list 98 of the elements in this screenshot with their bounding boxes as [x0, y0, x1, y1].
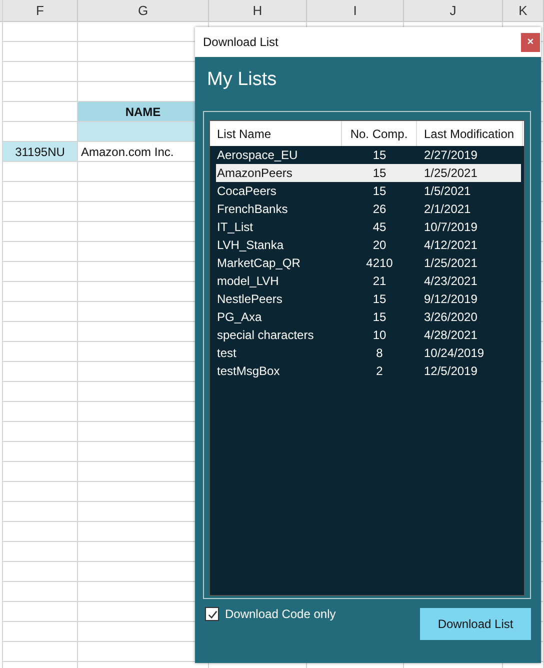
list-cell-text: MarketCap_QR	[216, 256, 302, 270]
list-cell-text: AmazonPeers	[216, 166, 294, 180]
list-row[interactable]: Aerospace_EU 15 2/27/2019	[216, 146, 521, 164]
column-header[interactable]: G	[78, 0, 209, 21]
list-cell-text: 2/1/2021	[423, 202, 471, 216]
list-row[interactable]: CocaPeers 15 1/5/2021	[216, 182, 521, 200]
close-button[interactable]: ×	[521, 32, 540, 52]
list-cell-text: 15	[372, 310, 388, 324]
list-row[interactable]: testMsgBox 2 12/5/2019	[216, 362, 521, 380]
list-cell-text: 15	[372, 166, 388, 180]
sheet-cell[interactable]	[3, 202, 78, 222]
list-cell-text: 1/5/2021	[423, 184, 471, 198]
sheet-cell[interactable]	[3, 462, 78, 482]
list-cell-text: LVH_Stanka	[216, 238, 284, 252]
list-row[interactable]: model_LVH 21 4/23/2021	[216, 272, 521, 290]
checkbox-label: Download Code only	[225, 607, 336, 621]
sheet-cell[interactable]	[3, 262, 78, 282]
sheet-cell[interactable]: 31195NU	[3, 142, 78, 162]
dialog-heading: My Lists	[207, 69, 278, 91]
sheet-cell[interactable]	[3, 242, 78, 262]
list-cell-text: testMsgBox	[216, 364, 281, 378]
sheet-cell[interactable]	[3, 622, 78, 642]
sheet-cell[interactable]	[3, 322, 78, 342]
list-cell-text: 26	[372, 202, 388, 216]
list-cell-text: model_LVH	[216, 274, 280, 288]
sheet-cell[interactable]	[3, 502, 78, 522]
sheet-cell[interactable]	[3, 362, 78, 382]
list-cell-text: IT_List	[216, 220, 254, 234]
list-row[interactable]: IT_List 45 10/7/2019	[216, 218, 521, 236]
list-cell-text: 4/28/2021	[423, 328, 478, 342]
sheet-cell[interactable]	[3, 342, 78, 362]
window-title: Download List	[203, 35, 278, 49]
sheet-cell[interactable]	[3, 82, 78, 102]
sheet-cell[interactable]	[3, 42, 78, 62]
sheet-cell[interactable]	[3, 522, 78, 542]
list-cell-text: 15	[372, 184, 388, 198]
list-cell-text: 15	[372, 148, 388, 162]
sheet-cell[interactable]	[3, 22, 78, 42]
list-cell-text: 3/26/2020	[423, 310, 478, 324]
list-cell-text: 4210	[365, 256, 394, 270]
list-row[interactable]: MarketCap_QR 4210 1/25/2021	[216, 254, 521, 272]
column-header[interactable]: J	[404, 0, 503, 21]
sheet-cell[interactable]	[3, 282, 78, 302]
list-row[interactable]: LVH_Stanka 20 4/12/2021	[216, 236, 521, 254]
list-row[interactable]: AmazonPeers 15 1/25/2021	[216, 164, 521, 182]
list-cell-text: 20	[372, 238, 388, 252]
sheet-cell[interactable]	[3, 642, 78, 662]
sheet-cell[interactable]	[3, 182, 78, 202]
list-row[interactable]: PG_Axa 15 3/26/2020	[216, 308, 521, 326]
list-cell-text: 8	[375, 346, 384, 360]
list-cell-text: 9/12/2019	[423, 292, 478, 306]
sheet-cell[interactable]	[3, 442, 78, 462]
list-cell-text: PG_Axa	[216, 310, 263, 324]
sheet-cell[interactable]	[3, 62, 78, 82]
list-row[interactable]: NestlePeers 15 9/12/2019	[216, 290, 521, 308]
list-cell-text: Aerospace_EU	[216, 148, 299, 162]
column-header[interactable]: No. Comp.	[342, 121, 417, 146]
sheet-cell[interactable]	[3, 402, 78, 422]
list-cell-text: special characters	[216, 328, 315, 342]
list-cell-text: 2	[375, 364, 384, 378]
column-header[interactable]: F	[3, 0, 78, 21]
list-box[interactable]	[209, 120, 525, 596]
column-header[interactable]: Last Modification	[417, 121, 523, 146]
list-row[interactable]: test 8 10/24/2019	[216, 344, 521, 362]
column-header[interactable]: K	[503, 0, 544, 21]
sheet-cell[interactable]	[3, 602, 78, 622]
list-cell-text: 12/5/2019	[423, 364, 478, 378]
column-header[interactable]: List Name	[210, 121, 342, 146]
list-cell-text: 10/24/2019	[423, 346, 484, 360]
list-cell-text: 4/23/2021	[423, 274, 478, 288]
sheet-cell[interactable]	[3, 422, 78, 442]
list-cell-text: 1/25/2021	[423, 166, 478, 180]
sheet-cell[interactable]	[3, 382, 78, 402]
sheet-cell[interactable]	[3, 542, 78, 562]
sheet-cell[interactable]	[3, 222, 78, 242]
column-header[interactable]: I	[307, 0, 404, 21]
list-cell-text: FrenchBanks	[216, 202, 289, 216]
list-cell-text: 10/7/2019	[423, 220, 478, 234]
download-button[interactable]: Download List	[420, 608, 531, 640]
list-row[interactable]: special characters 10 4/28/2021	[216, 326, 521, 344]
list-cell-text: CocaPeers	[216, 184, 278, 198]
list-cell-text: NestlePeers	[216, 292, 284, 306]
column-header[interactable]: H	[209, 0, 307, 21]
checkbox[interactable]	[205, 607, 219, 621]
list-cell-text: 21	[372, 274, 388, 288]
sheet-cell[interactable]	[3, 482, 78, 502]
list-cell-text: 4/12/2021	[423, 238, 478, 252]
list-cell-text: test	[216, 346, 238, 360]
sheet-cell[interactable]	[3, 562, 78, 582]
list-cell-text: 1/25/2021	[423, 256, 478, 270]
list-cell-text: 10	[372, 328, 388, 342]
sheet-cell[interactable]	[3, 582, 78, 602]
sheet-cell[interactable]	[3, 302, 78, 322]
list-cell-text: 15	[372, 292, 388, 306]
list-row[interactable]: FrenchBanks 26 2/1/2021	[216, 200, 521, 218]
list-cell-text: 45	[372, 220, 388, 234]
sheet-cell[interactable]	[3, 162, 78, 182]
list-cell-text: 2/27/2019	[423, 148, 478, 162]
